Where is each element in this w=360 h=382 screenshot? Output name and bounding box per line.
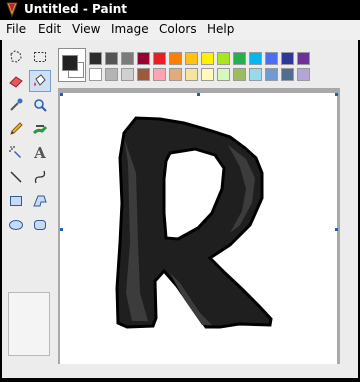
resize-handle-top[interactable]: [197, 93, 200, 96]
palette-color-swatch[interactable]: [217, 68, 230, 81]
palette-color-swatch[interactable]: [233, 68, 246, 81]
menu-edit[interactable]: Edit: [38, 22, 61, 36]
current-colors[interactable]: [58, 48, 86, 82]
palette-color-swatch[interactable]: [265, 68, 278, 81]
pick-color-icon[interactable]: [5, 94, 27, 116]
airbrush-icon[interactable]: [5, 142, 27, 164]
horizontal-scrollbar[interactable]: [58, 364, 340, 378]
resize-handle-right[interactable]: [335, 228, 338, 231]
menu-help[interactable]: Help: [207, 22, 234, 36]
magnifier-icon[interactable]: [29, 94, 51, 116]
letter-r-drawing: [115, 116, 273, 329]
menu-image[interactable]: Image: [111, 22, 149, 36]
tool-options-box[interactable]: [8, 292, 50, 356]
pencil-icon[interactable]: [5, 118, 27, 140]
palette-color-swatch[interactable]: [217, 52, 230, 65]
palette-color-swatch[interactable]: [297, 52, 310, 65]
text-icon[interactable]: A: [29, 142, 51, 164]
window-title: Untitled - Paint: [24, 2, 128, 16]
palette-color-swatch[interactable]: [121, 52, 134, 65]
select-icon[interactable]: [29, 46, 51, 68]
resize-handle-top-right: [335, 93, 338, 96]
palette-color-swatch[interactable]: [233, 52, 246, 65]
free-form-select-icon[interactable]: [5, 46, 27, 68]
polygon-icon[interactable]: [29, 190, 51, 212]
palette-color-swatch[interactable]: [137, 68, 150, 81]
palette-color-swatch[interactable]: [265, 52, 278, 65]
palette-color-swatch[interactable]: [169, 52, 182, 65]
rounded-rectangle-icon[interactable]: [29, 214, 51, 236]
palette-color-swatch[interactable]: [137, 52, 150, 65]
fill-with-color-icon[interactable]: [29, 70, 51, 92]
palette-color-swatch[interactable]: [89, 52, 102, 65]
palette-color-swatch[interactable]: [249, 52, 262, 65]
palette-color-swatch[interactable]: [153, 52, 166, 65]
palette-color-swatch[interactable]: [185, 68, 198, 81]
foreground-color-swatch[interactable]: [62, 55, 78, 71]
palette-color-swatch[interactable]: [169, 68, 182, 81]
palette-color-swatch[interactable]: [105, 52, 118, 65]
scrollbar-corner: [340, 364, 358, 378]
menu-colors[interactable]: Colors: [159, 22, 197, 36]
resize-handle-left: [60, 228, 63, 231]
line-icon[interactable]: [5, 166, 27, 188]
palette-color-swatch[interactable]: [201, 52, 214, 65]
palette-color-swatch[interactable]: [249, 68, 262, 81]
palette-color-swatch[interactable]: [297, 68, 310, 81]
palette-color-swatch[interactable]: [121, 68, 134, 81]
brush-icon[interactable]: [29, 118, 51, 140]
menu-file[interactable]: File: [6, 22, 26, 36]
palette-color-swatch[interactable]: [281, 52, 294, 65]
color-palette: [58, 44, 358, 84]
drawing-canvas[interactable]: [60, 93, 338, 369]
toolbox: A: [2, 42, 56, 376]
eraser-icon[interactable]: [5, 70, 27, 92]
vertical-scrollbar[interactable]: [340, 88, 358, 378]
paint-app-icon: [6, 2, 18, 17]
ellipse-icon[interactable]: [5, 214, 27, 236]
palette-color-swatch[interactable]: [105, 68, 118, 81]
text-tool-letter: A: [34, 144, 46, 162]
palette-color-swatch[interactable]: [281, 68, 294, 81]
title-bar: Untitled - Paint: [0, 0, 360, 20]
paint-window: Untitled - Paint File Edit View Image Co…: [0, 0, 360, 382]
menu-bar: File Edit View Image Colors Help: [0, 20, 360, 40]
rectangle-icon[interactable]: [5, 190, 27, 212]
resize-handle-top-left: [60, 93, 63, 96]
canvas-workspace: [58, 88, 358, 378]
curve-icon[interactable]: [29, 166, 51, 188]
menu-view[interactable]: View: [72, 22, 100, 36]
palette-color-swatch[interactable]: [185, 52, 198, 65]
palette-color-swatch[interactable]: [89, 68, 102, 81]
palette-color-swatch[interactable]: [153, 68, 166, 81]
palette-color-swatch[interactable]: [201, 68, 214, 81]
